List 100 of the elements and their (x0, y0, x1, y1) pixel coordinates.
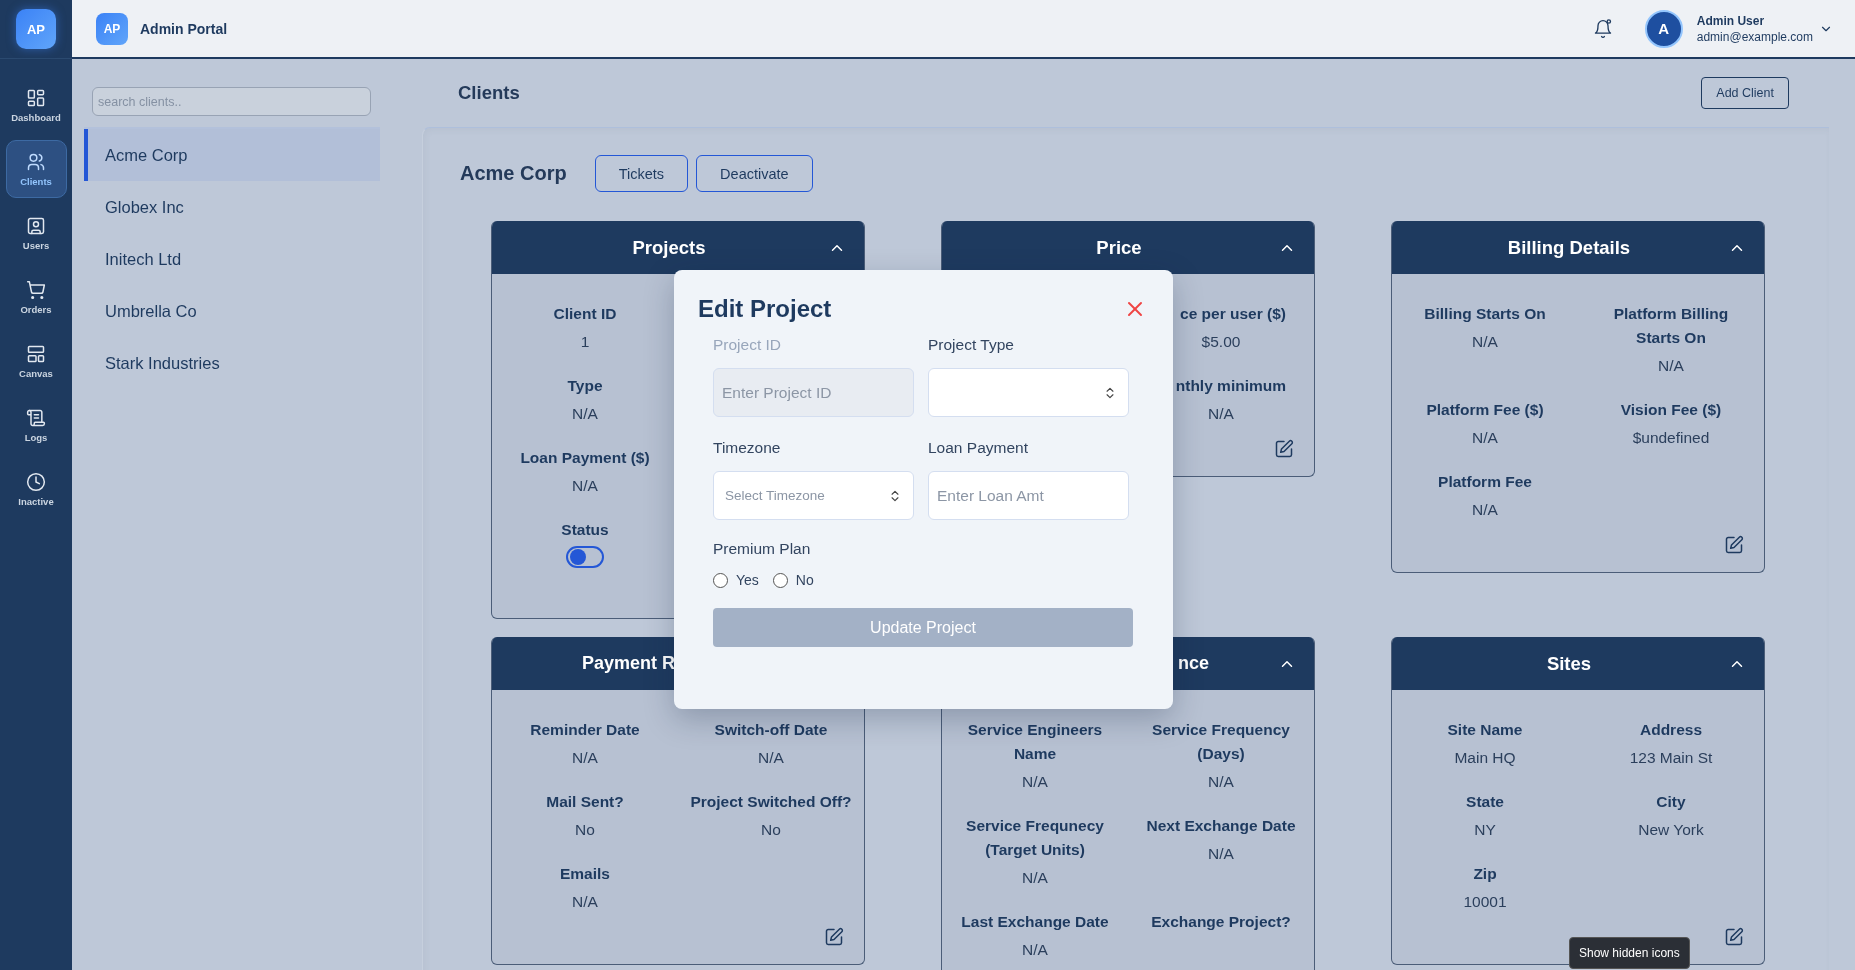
field-value: N/A (572, 476, 598, 496)
field-label: Mail Sent? (546, 792, 624, 812)
field-label: Timezone (713, 439, 782, 458)
grid-icon (26, 87, 46, 108)
nav-button[interactable]: Logs (5, 396, 67, 454)
field-label: Last Exchange Date (961, 912, 1109, 932)
cart-icon (26, 279, 46, 300)
nav-button[interactable]: Users (5, 204, 67, 262)
field-value: N/A (1022, 940, 1048, 960)
user-avatar[interactable]: A (1644, 9, 1683, 48)
field-value: N/A (572, 892, 598, 912)
client-name: Acme Corp (460, 162, 567, 185)
card-title: nce (1178, 653, 1210, 674)
field-value: N/A (1472, 500, 1498, 520)
card-title: Projects (632, 236, 706, 259)
search-field[interactable]: search clients.. (92, 87, 371, 116)
nav-button[interactable]: Clients (5, 140, 67, 198)
radio-option[interactable]: Yes (713, 572, 759, 588)
card-title: Payment R (582, 653, 676, 674)
field-label: State (1466, 792, 1504, 812)
user-name: Admin User (1696, 13, 1766, 28)
edit-icon[interactable] (824, 927, 844, 947)
field-value: N/A (1022, 868, 1048, 888)
radio-icon[interactable] (772, 572, 788, 588)
action-button[interactable]: Deactivate (696, 155, 813, 192)
field-label: Loan Payment (928, 439, 1029, 458)
people-icon (26, 151, 46, 172)
radio-option[interactable]: No (772, 572, 814, 588)
page-title: Clients (458, 82, 520, 104)
field-value: N/A (1208, 404, 1234, 424)
tooltip: Show hidden icons (1569, 937, 1690, 969)
field-label: Next Exchange Date (1146, 816, 1296, 836)
edit-icon[interactable] (1724, 535, 1744, 555)
field-value: N/A (1208, 844, 1234, 864)
field-label: Status (561, 520, 609, 540)
user-email: admin@example.com (1696, 29, 1813, 44)
input-field[interactable]: Enter Loan Amt (928, 471, 1129, 520)
add-client-button[interactable]: Add Client (1701, 77, 1789, 109)
layout-icon (26, 343, 46, 364)
action-button[interactable]: Tickets (594, 155, 689, 192)
nav-button[interactable]: Dashboard (5, 76, 67, 134)
scroll-icon (26, 407, 46, 428)
field-label: City (1656, 792, 1686, 812)
field-label: Project ID (713, 336, 783, 355)
client-list-item[interactable]: Acme Corp (84, 129, 380, 181)
app-title: Admin Portal (140, 20, 228, 37)
field-value: New York (1638, 820, 1704, 840)
modal-title: Edit Project (698, 295, 832, 323)
field-value: No (575, 820, 595, 840)
field-value: $undefined (1632, 428, 1710, 448)
field-value: N/A (1472, 332, 1498, 352)
field-label: nthly minimum (1175, 376, 1287, 396)
field-value: N/A (1022, 772, 1048, 792)
card-title: Billing Details (1507, 236, 1631, 259)
field-value: N/A (1658, 356, 1684, 376)
field-label: Project Type (928, 336, 1015, 355)
field-value: N/A (572, 748, 598, 768)
field-label: Platform Billing Starts On (1612, 304, 1730, 348)
field-label: Service Frequnecy (Target Units) (965, 816, 1105, 860)
client-list-item[interactable]: Initech Ltd (84, 233, 380, 285)
field-label: Vision Fee ($) (1620, 400, 1722, 420)
field-label: Emails (560, 864, 610, 884)
field-label: Service Frequency (Days) (1151, 720, 1291, 764)
field-label: Switch-off Date (714, 720, 828, 740)
client-list-item[interactable]: Globex Inc (84, 181, 380, 233)
field-value: $5.00 (1201, 332, 1241, 352)
field-label: Service Engineers Name (966, 720, 1104, 764)
nav-button[interactable]: Inactive (5, 460, 67, 518)
field-value: N/A (758, 748, 784, 768)
field-value: N/A (1208, 772, 1234, 792)
field-label: Reminder Date (530, 720, 640, 740)
field-label: ce per user ($) (1180, 304, 1287, 324)
edit-icon[interactable] (1274, 439, 1294, 459)
field-label: Project Switched Off? (690, 792, 852, 812)
field-value: N/A (1472, 428, 1498, 448)
clock-icon (26, 471, 46, 492)
person-icon (26, 215, 46, 236)
nav-button[interactable]: Canvas (5, 332, 67, 390)
edit-icon[interactable] (1724, 927, 1744, 947)
field-value: 123 Main St (1629, 748, 1713, 768)
field-value: NY (1474, 820, 1496, 840)
nav-button[interactable]: Orders (5, 268, 67, 326)
radio-icon[interactable] (713, 572, 728, 588)
field-value: 1 (580, 332, 590, 352)
client-list-item[interactable]: Umbrella Co (84, 285, 380, 337)
field-label: Site Name (1447, 720, 1523, 740)
field-value: No (761, 820, 781, 840)
status-toggle[interactable] (566, 546, 604, 568)
field-label: Exchange Project? (1151, 912, 1291, 932)
card-title: Sites (1546, 652, 1592, 675)
client-list-item[interactable]: Stark Industries (84, 337, 380, 389)
field-label: Client ID (553, 304, 617, 324)
field-label: Type (567, 376, 603, 396)
field-label: Platform Fee (1438, 472, 1532, 492)
field-value: Main HQ (1454, 748, 1516, 768)
field-label: Zip (1473, 864, 1497, 884)
field-value: N/A (572, 404, 598, 424)
field-value: 10001 (1463, 892, 1507, 912)
select-field[interactable] (928, 368, 1129, 417)
bell-icon[interactable] (1592, 18, 1613, 39)
